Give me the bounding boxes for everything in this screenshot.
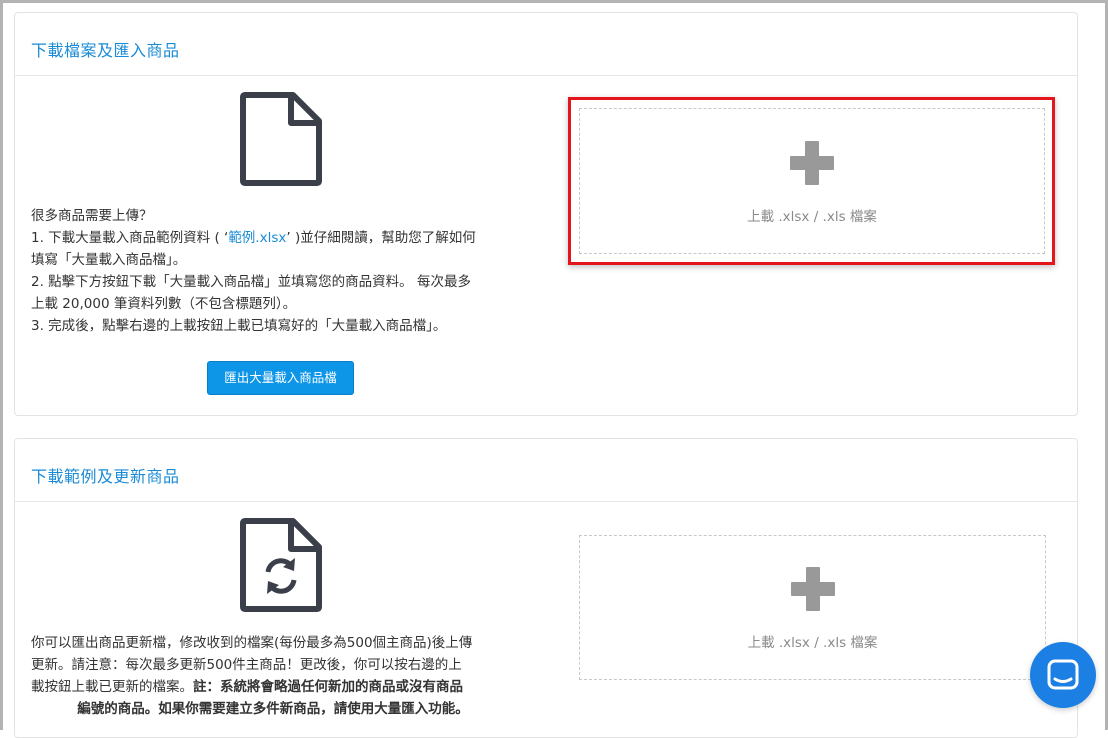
chat-launcher-button[interactable] bbox=[1030, 642, 1096, 708]
update-desc-note-cont: 編號的商品。如果你需要建立多件新商品，請使用大量匯入功能。 bbox=[77, 701, 469, 717]
panel-title: 下載檔案及匯入商品 bbox=[31, 41, 180, 60]
instruction-step-2: 2. 點擊下方按鈕下載「大量載入商品檔」並填寫您的商品資料。 每次最多 bbox=[31, 274, 471, 290]
sample-file-link[interactable]: 範例.xlsx bbox=[228, 230, 286, 246]
instruction-step-1-cont: 填寫「大量載入商品檔」。 bbox=[31, 252, 187, 268]
file-icon bbox=[240, 92, 322, 186]
plus-icon bbox=[790, 567, 835, 611]
instruction-step-1-text-end: ’ )並仔細閱讀，幫助您了解如何 bbox=[286, 230, 476, 246]
import-instructions: 很多商品需要上傳？ 1. 下載大量載入商品範例資料 ( ‘範例.xlsx’ )並… bbox=[31, 205, 541, 337]
instruction-step-1: 1. 下載大量載入商品範例資料 ( ‘範例.xlsx’ )並仔細閱讀，幫助您了解… bbox=[31, 227, 541, 249]
panel-title: 下載範例及更新商品 bbox=[31, 467, 180, 486]
update-desc-line-3-text: 載按鈕上載已更新的檔案。 bbox=[31, 679, 193, 695]
update-desc-note: 註：系統將會略過任何新加的商品或沒有商品 bbox=[193, 679, 463, 695]
update-desc-line-3: 載按鈕上載已更新的檔案。註：系統將會略過任何新加的商品或沒有商品 bbox=[31, 676, 541, 698]
instruction-step-3: 3. 完成後，點擊右邊的上載按鈕上載已填寫好的「大量載入商品檔」。 bbox=[31, 318, 447, 334]
update-desc-line-4: 編號的商品。如果你需要建立多件新商品，請使用大量匯入功能。 bbox=[31, 698, 541, 720]
plus-icon bbox=[790, 141, 834, 185]
export-bulk-file-button[interactable]: 匯出大量載入商品檔 bbox=[207, 361, 354, 395]
update-instructions: 你可以匯出商品更新檔，修改收到的檔案(每份最多為500個主商品)後上傳 更新。請… bbox=[31, 632, 541, 720]
instruction-step-2-cont: 上載 20,000 筆資料列數（不包含標題列）。 bbox=[31, 296, 297, 312]
upload-dropzone-label: 上載 .xlsx / .xls 檔案 bbox=[747, 209, 877, 225]
import-products-panel: 下載檔案及匯入商品 很多商品需要上傳？ 1. 下載大量載入商品範例資料 ( ‘範… bbox=[14, 12, 1078, 416]
panel-header: 下載檔案及匯入商品 bbox=[15, 13, 1077, 76]
update-desc-line-1: 你可以匯出商品更新檔，修改收到的檔案(每份最多為500個主商品)後上傳 bbox=[31, 635, 473, 651]
panel-header: 下載範例及更新商品 bbox=[15, 439, 1077, 502]
upload-dropzone-label: 上載 .xlsx / .xls 檔案 bbox=[747, 635, 878, 651]
instruction-step-1-text: 1. 下載大量載入商品範例資料 ( ‘ bbox=[31, 230, 229, 246]
update-desc-line-2: 更新。請注意：每次最多更新500件主商品！更改後，你可以按右邊的上 bbox=[31, 657, 462, 673]
update-products-panel: 下載範例及更新商品 你可以匯出商品更新檔，修改收到的檔案(每份最多為500個主商… bbox=[14, 438, 1078, 738]
instruction-intro: 很多商品需要上傳？ bbox=[31, 208, 153, 224]
update-upload-dropzone[interactable]: 上載 .xlsx / .xls 檔案 bbox=[579, 535, 1046, 680]
file-sync-icon bbox=[240, 518, 322, 612]
chat-icon bbox=[1047, 659, 1079, 690]
upload-dropzone[interactable]: 上載 .xlsx / .xls 檔案 bbox=[579, 108, 1045, 254]
